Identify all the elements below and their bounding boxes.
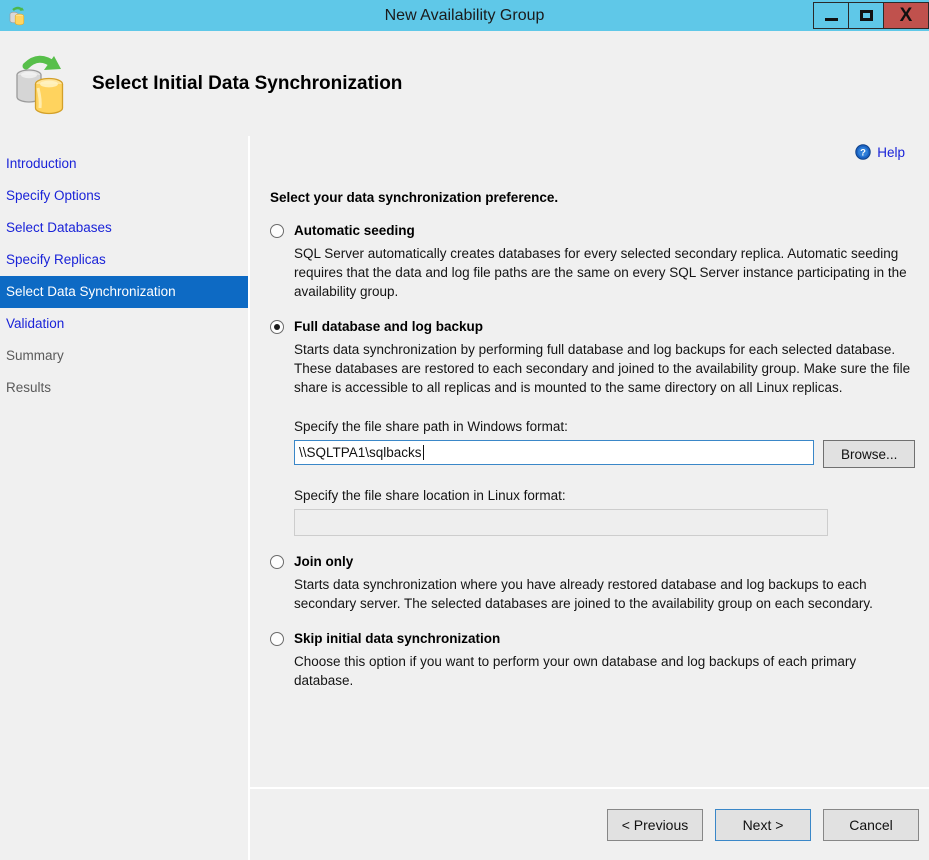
sidebar-item-select-data-synchronization[interactable]: Select Data Synchronization [0, 276, 248, 308]
content-panel: ? Help Select your data synchronization … [250, 136, 929, 860]
cancel-button[interactable]: Cancel [823, 808, 919, 841]
option-skip-initial-data-synchronization-head[interactable]: Skip initial data synchronization [270, 631, 915, 646]
svg-text:?: ? [860, 148, 866, 159]
option-full-database-and-log-backup-description: Starts data synchronization by performin… [294, 342, 911, 395]
linux-share-input [294, 509, 828, 536]
option-automatic-seeding-description: SQL Server automatically creates databas… [294, 246, 907, 299]
window-body: Introduction Specify Options Select Data… [0, 136, 929, 860]
option-skip-initial-data-synchronization: Skip initial data synchronization Choose… [270, 631, 915, 690]
page-header: Select Initial Data Synchronization [0, 31, 929, 136]
browse-button[interactable]: Browse... [823, 440, 915, 468]
section-heading: Select your data synchronization prefere… [270, 190, 559, 205]
windows-share-row: \\SQLTPA1\sqlbacks Browse... [294, 440, 915, 468]
wizard-footer: < Previous Next > Cancel [250, 787, 929, 860]
windows-share-label: Specify the file share path in Windows f… [294, 419, 568, 434]
window-title: New Availability Group [384, 7, 545, 24]
option-join-only-description: Starts data synchronization where you ha… [294, 577, 873, 611]
option-join-only-label: Join only [294, 554, 354, 569]
sidebar-item-select-databases[interactable]: Select Databases [0, 212, 248, 244]
option-automatic-seeding-label: Automatic seeding [294, 223, 415, 238]
windows-share-value: \\SQLTPA1\sqlbacks [299, 445, 422, 460]
option-full-database-and-log-backup: Full database and log backup Starts data… [270, 319, 915, 536]
sidebar-item-specify-replicas[interactable]: Specify Replicas [0, 244, 248, 276]
help-row: ? Help [270, 136, 915, 160]
sidebar-item-validation[interactable]: Validation [0, 308, 248, 340]
previous-button[interactable]: < Previous [607, 808, 703, 841]
help-question-icon: ? [855, 144, 871, 160]
sidebar-item-summary: Summary [6, 348, 64, 363]
title-bar: New Availability Group X [0, 0, 929, 31]
radio-join-only[interactable] [270, 554, 284, 569]
sidebar-item-results: Results [6, 380, 52, 395]
windows-share-input[interactable]: \\SQLTPA1\sqlbacks [294, 440, 815, 465]
option-full-database-and-log-backup-head[interactable]: Full database and log backup [270, 319, 915, 334]
option-full-database-and-log-backup-label: Full database and log backup [294, 319, 484, 334]
maximize-icon [859, 10, 873, 21]
sidebar-item-specify-options[interactable]: Specify Options [0, 180, 248, 212]
option-join-only: Join only Starts data synchronization wh… [270, 554, 915, 613]
radio-automatic-seeding[interactable] [270, 223, 284, 238]
wizard-steps-sidebar: Introduction Specify Options Select Data… [0, 136, 250, 860]
linux-share-label: Specify the file share location in Linux… [294, 488, 566, 503]
new-availability-group-window: New Availability Group X Select Initial … [0, 0, 929, 860]
sidebar-item-introduction[interactable]: Introduction [0, 148, 248, 180]
page-title: Select Initial Data Synchronization [92, 72, 403, 94]
content-main: ? Help Select your data synchronization … [250, 136, 929, 787]
next-button[interactable]: Next > [715, 808, 811, 841]
option-automatic-seeding-head[interactable]: Automatic seeding [270, 223, 915, 238]
minimize-button[interactable] [813, 2, 848, 29]
help-label: Help [877, 144, 905, 160]
linux-share-field-group: Specify the file share location in Linux… [294, 488, 915, 536]
help-link[interactable]: ? Help [855, 144, 905, 160]
window-controls: X [813, 0, 929, 31]
option-skip-initial-data-synchronization-label: Skip initial data synchronization [294, 631, 501, 646]
maximize-button[interactable] [848, 2, 883, 29]
text-caret [422, 445, 424, 460]
close-button[interactable]: X [883, 2, 929, 29]
option-automatic-seeding: Automatic seeding SQL Server automatical… [270, 223, 915, 301]
windows-share-field-group: Specify the file share path in Windows f… [294, 419, 915, 468]
minimize-icon [824, 17, 838, 21]
radio-skip-initial-data-synchronization[interactable] [270, 631, 284, 646]
radio-full-database-and-log-backup[interactable] [270, 319, 284, 334]
close-icon: X [899, 5, 913, 26]
option-skip-initial-data-synchronization-description: Choose this option if you want to perfor… [294, 654, 857, 688]
database-sync-icon [10, 48, 72, 120]
option-join-only-head[interactable]: Join only [270, 554, 915, 569]
